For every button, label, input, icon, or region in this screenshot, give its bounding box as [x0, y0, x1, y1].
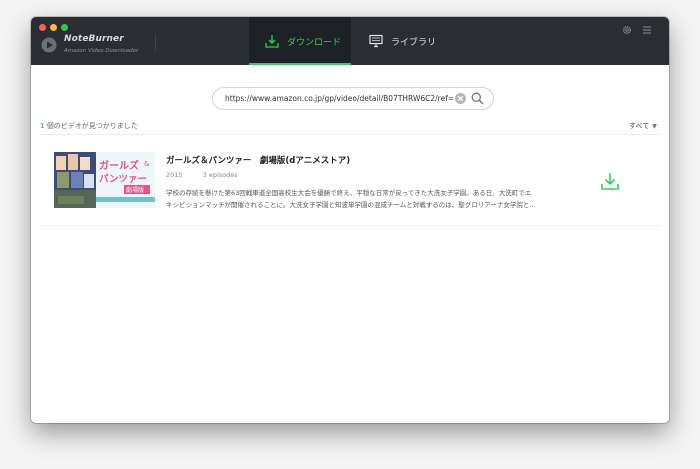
search-icon[interactable]: [471, 92, 484, 105]
logo-icon: [41, 37, 57, 53]
monitor-icon: [369, 34, 383, 48]
maximize-window-button[interactable]: [61, 24, 68, 31]
video-episodes: 3 episodes: [202, 171, 238, 179]
svg-text:ガールズ: ガールズ: [99, 159, 139, 172]
tab-library[interactable]: ライブラリ: [353, 17, 453, 65]
poster-artwork: ガールズ & パンツァー 劇場版: [54, 152, 155, 208]
filter-value: すべて: [629, 122, 650, 130]
video-year: 2015: [166, 171, 183, 179]
svg-text:劇場版: 劇場版: [126, 186, 144, 194]
menu-icon[interactable]: [643, 26, 651, 34]
video-description-line: キシビションマッチが開催されることに。大洗女子学園と知波単学園の混成チームと対戦…: [166, 201, 536, 209]
tab-library-label: ライブラリ: [391, 37, 437, 48]
results-count: 1 個のビデオが見つかりました: [40, 121, 138, 131]
video-row: ガールズ & パンツァー 劇場版 ガールズ＆パンツァー 劇場版(dアニメストア)…: [40, 135, 660, 225]
video-title: ガールズ＆パンツァー 劇場版(dアニメストア): [166, 156, 351, 166]
clear-icon[interactable]: [455, 93, 466, 104]
tab-download[interactable]: ダウンロード: [249, 17, 351, 65]
url-search-bar: [212, 87, 494, 110]
download-icon[interactable]: [600, 171, 620, 191]
svg-text:&: &: [144, 160, 150, 168]
caret-down-icon: ▼: [652, 123, 657, 130]
titlebar: NoteBurner Amazon Video Downloader ダウンロー…: [31, 17, 669, 65]
app-subtitle: Amazon Video Downloader: [64, 48, 139, 54]
url-input[interactable]: [225, 92, 453, 105]
app-window: NoteBurner Amazon Video Downloader ダウンロー…: [31, 17, 669, 423]
results-count-label: 個のビデオが見つかりました: [44, 122, 138, 130]
close-window-button[interactable]: [39, 24, 46, 31]
video-thumbnail[interactable]: ガールズ & パンツァー 劇場版: [54, 152, 155, 208]
gear-icon[interactable]: [622, 25, 632, 35]
divider: [40, 225, 660, 226]
minimize-window-button[interactable]: [50, 24, 57, 31]
download-tray-icon: [265, 35, 279, 48]
video-description-line: 学校の存続を懸けた第63回戦車道全国高校生大会を優勝で終え、平穏な日常が戻ってき…: [166, 189, 532, 197]
video-description: 学校の存続を懸けた第63回戦車道全国高校生大会を優勝で終え、平穏な日常が戻ってき…: [166, 187, 586, 211]
video-meta: 2015 3 episodes: [166, 171, 238, 179]
tab-download-label: ダウンロード: [287, 37, 342, 48]
svg-text:パンツァー: パンツァー: [99, 173, 147, 185]
filter-dropdown[interactable]: すべて ▼: [629, 121, 657, 131]
brand-divider: [155, 35, 156, 51]
app-name: NoteBurner: [64, 34, 124, 44]
